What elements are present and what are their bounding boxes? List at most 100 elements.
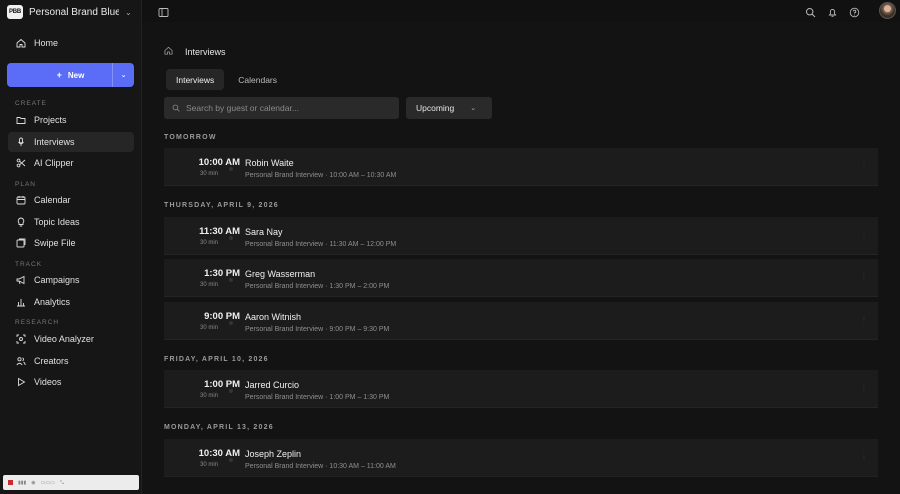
interview-time: 10:00 AM bbox=[198, 157, 240, 168]
sidebar-item-label: Video Analyzer bbox=[34, 334, 94, 344]
more-options-icon[interactable]: ⋮ bbox=[860, 315, 868, 324]
sidebar-item-label: Topic Ideas bbox=[34, 217, 80, 227]
more-options-icon[interactable]: ⋮ bbox=[860, 161, 868, 170]
sidebar-item-campaigns[interactable]: Campaigns bbox=[8, 270, 134, 290]
status-dot-icon bbox=[229, 389, 233, 393]
avatar[interactable] bbox=[879, 2, 896, 19]
tab-calendars[interactable]: Calendars bbox=[228, 69, 287, 90]
sidebar-item-video-analyzer[interactable]: Video Analyzer bbox=[8, 329, 134, 349]
interview-duration: 30 min bbox=[199, 462, 218, 468]
interview-row[interactable]: 1:30 PM 30 min Greg Wasserman Personal B… bbox=[164, 259, 878, 297]
sidebar: PBB Personal Brand Blue... ⌄ Home + New … bbox=[0, 0, 142, 494]
status-filter-dropdown[interactable]: Upcoming ⌄ bbox=[406, 97, 492, 119]
folder-icon bbox=[16, 115, 26, 125]
app-window: PBB Personal Brand Blue... ⌄ Home + New … bbox=[0, 0, 900, 494]
chevron-down-icon: ⌄ bbox=[470, 105, 477, 112]
interview-row[interactable]: 10:30 AM 30 min Joseph Zeplin Personal B… bbox=[164, 439, 878, 477]
search-icon[interactable] bbox=[805, 5, 816, 18]
status-dot-icon bbox=[229, 236, 233, 240]
more-options-icon[interactable]: ⋮ bbox=[860, 230, 868, 239]
expand-icon[interactable]: ⤡ bbox=[60, 480, 64, 486]
sidebar-item-calendar[interactable]: Calendar bbox=[8, 190, 134, 210]
workspace-badge: PBB bbox=[7, 5, 23, 19]
sidebar-item-label: Swipe File bbox=[34, 238, 76, 248]
guest-name: Robin Waite bbox=[245, 158, 294, 168]
interview-time: 10:30 AM bbox=[198, 448, 240, 459]
search-box bbox=[164, 97, 399, 119]
lightbulb-icon bbox=[16, 217, 26, 227]
tab-interviews[interactable]: Interviews bbox=[166, 69, 225, 90]
sidebar-item-label: Videos bbox=[34, 377, 62, 387]
sidebar-item-label: Interviews bbox=[34, 137, 75, 147]
stop-record-icon[interactable] bbox=[8, 480, 13, 485]
search-input[interactable] bbox=[186, 103, 396, 113]
home-icon bbox=[16, 38, 26, 48]
sidebar-item-label: Projects bbox=[34, 115, 67, 125]
main-content: Interviews Interviews Calendars Upcoming… bbox=[142, 22, 900, 494]
interview-row[interactable]: 11:30 AM 30 min Sara Nay Personal Brand … bbox=[164, 217, 878, 255]
interview-time: 1:00 PM bbox=[204, 379, 240, 390]
more-options-icon[interactable]: ⋮ bbox=[860, 452, 868, 461]
workspace-switcher[interactable]: PBB Personal Brand Blue... ⌄ bbox=[7, 3, 137, 21]
camera-icon[interactable]: ◉ bbox=[31, 480, 35, 486]
more-options-icon[interactable]: ⋮ bbox=[860, 272, 868, 281]
status-dot-icon bbox=[229, 167, 233, 171]
plus-icon: + bbox=[56, 70, 62, 80]
sidebar-item-analytics[interactable]: Analytics bbox=[8, 292, 134, 312]
interview-time: 11:30 AM bbox=[199, 226, 240, 237]
interview-row[interactable]: 10:00 AM 30 min Robin Waite Personal Bra… bbox=[164, 148, 878, 186]
play-icon bbox=[16, 377, 26, 387]
group-label: MONDAY, APRIL 13, 2026 bbox=[164, 424, 274, 431]
microphone-icon bbox=[16, 137, 26, 147]
interview-details: Personal Brand Interview · 9:00 PM – 9:3… bbox=[245, 326, 390, 333]
new-dropdown-chevron-icon[interactable]: ⌄ bbox=[112, 63, 134, 87]
guest-name: Aaron Witnish bbox=[245, 312, 302, 322]
section-label-research: RESEARCH bbox=[15, 319, 60, 326]
section-label-plan: PLAN bbox=[15, 181, 36, 188]
guest-name: Greg Wasserman bbox=[245, 269, 316, 279]
status-filter-value: Upcoming bbox=[416, 103, 455, 113]
interview-details: Personal Brand Interview · 1:30 PM – 2:0… bbox=[245, 283, 390, 290]
interview-duration: 30 min bbox=[199, 240, 218, 246]
sidebar-item-label: Calendar bbox=[34, 195, 71, 205]
guest-name: Joseph Zeplin bbox=[245, 449, 302, 459]
new-button[interactable]: + New ⌄ bbox=[7, 63, 134, 87]
new-button-label: New bbox=[67, 70, 85, 80]
interview-details: Personal Brand Interview · 10:30 AM – 11… bbox=[245, 463, 396, 470]
sidebar-item-label: AI Clipper bbox=[34, 158, 74, 168]
bell-icon[interactable] bbox=[827, 5, 838, 17]
sidebar-item-label: Analytics bbox=[34, 297, 71, 307]
chevron-down-icon: ⌄ bbox=[125, 7, 132, 17]
interview-duration: 30 min bbox=[199, 171, 218, 177]
more-options-icon[interactable]: ⋮ bbox=[860, 383, 868, 392]
tab-bar: Interviews Calendars bbox=[166, 69, 287, 90]
interview-row[interactable]: 9:00 PM 30 min Aaron Witnish Personal Br… bbox=[164, 302, 878, 340]
toggle-sidebar-icon[interactable] bbox=[158, 5, 169, 17]
interview-row[interactable]: 1:00 PM 30 min Jarred Curcio Personal Br… bbox=[164, 370, 878, 408]
group-label: FRIDAY, APRIL 10, 2026 bbox=[164, 356, 269, 363]
sidebar-item-home[interactable]: Home bbox=[8, 33, 134, 53]
sidebar-item-creators[interactable]: Creators bbox=[8, 351, 134, 371]
home-icon[interactable] bbox=[164, 46, 173, 57]
scan-icon bbox=[16, 334, 26, 344]
sidebar-item-ai-clipper[interactable]: AI Clipper bbox=[8, 153, 134, 173]
interview-details: Personal Brand Interview · 11:30 AM – 12… bbox=[245, 241, 397, 248]
interview-details: Personal Brand Interview · 10:00 AM – 10… bbox=[245, 172, 397, 179]
sidebar-item-topic-ideas[interactable]: Topic Ideas bbox=[8, 212, 134, 232]
interview-duration: 30 min bbox=[199, 325, 218, 331]
interview-details: Personal Brand Interview · 1:00 PM – 1:3… bbox=[245, 394, 390, 401]
screen-recorder-toolbar: ▮▮▮ ◉ ▭▭▭ ⤡ bbox=[3, 475, 139, 490]
megaphone-icon bbox=[16, 275, 26, 285]
group-label: TOMORROW bbox=[164, 134, 217, 141]
sidebar-item-interviews[interactable]: Interviews bbox=[8, 132, 134, 152]
section-label-create: CREATE bbox=[15, 100, 47, 107]
sidebar-item-projects[interactable]: Projects bbox=[8, 110, 134, 130]
sidebar-item-swipe-file[interactable]: Swipe File bbox=[8, 233, 134, 253]
recorder-controls-icon[interactable]: ▭▭▭ bbox=[41, 480, 55, 486]
section-label-track: TRACK bbox=[15, 261, 43, 268]
help-icon[interactable] bbox=[849, 5, 860, 18]
sidebar-item-label: Campaigns bbox=[34, 275, 80, 285]
sidebar-item-videos[interactable]: Videos bbox=[8, 372, 134, 392]
sidebar-item-label: Home bbox=[34, 38, 59, 48]
breadcrumb-current: Interviews bbox=[185, 46, 226, 57]
